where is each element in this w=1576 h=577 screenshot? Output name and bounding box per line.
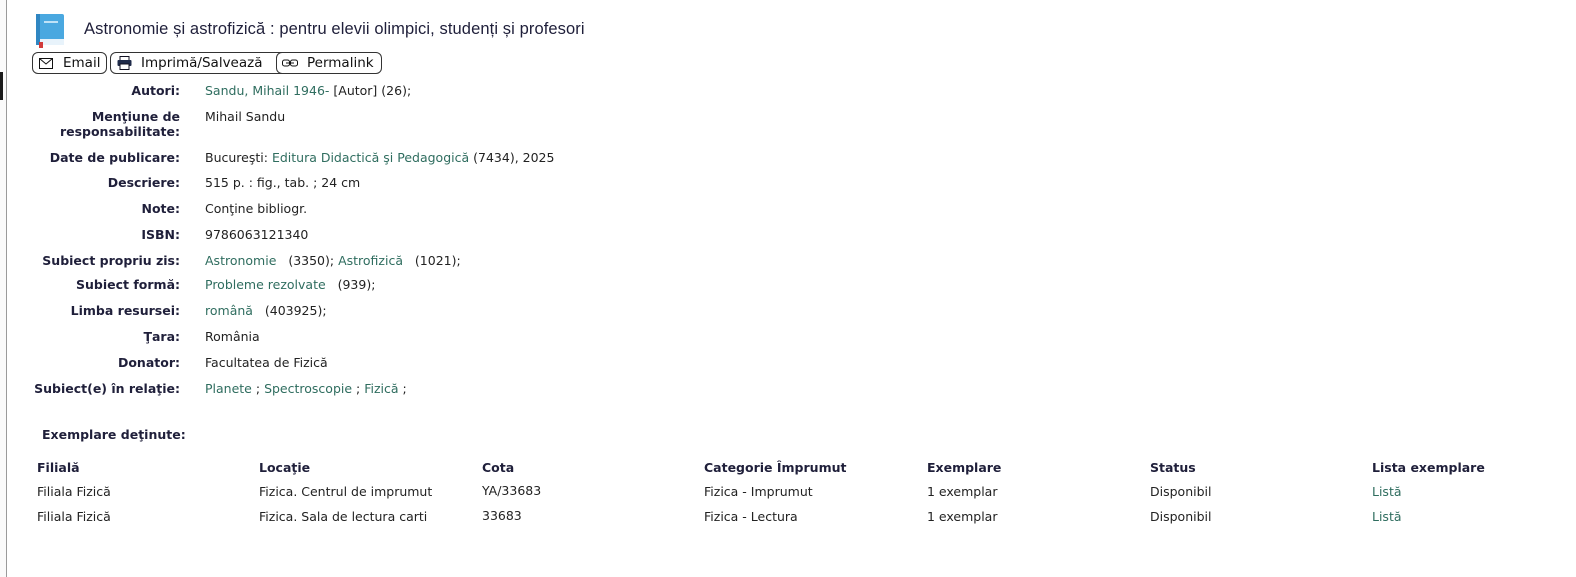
table-cell: Fizica. Sala de lectura carti bbox=[259, 509, 428, 524]
field-value: Mihail Sandu bbox=[205, 109, 286, 124]
related-subject-link[interactable]: Planete bbox=[205, 381, 252, 396]
book-icon bbox=[33, 12, 67, 48]
subject-form-link[interactable]: Probleme rezolvate bbox=[205, 277, 326, 292]
holdings-title: Exemplare deţinute: bbox=[42, 427, 186, 442]
column-header: Cota bbox=[482, 460, 515, 475]
subject-form-count: (939); bbox=[337, 277, 376, 292]
language-link[interactable]: română bbox=[205, 303, 253, 318]
table-cell: Disponibil bbox=[1150, 509, 1212, 524]
subject-count: (1021); bbox=[414, 253, 461, 268]
related-subject-link[interactable]: Fizică bbox=[364, 381, 398, 396]
field-label: Note: bbox=[141, 201, 180, 216]
field-label: Donator: bbox=[117, 355, 180, 370]
copies-list-link[interactable]: Listă bbox=[1372, 484, 1402, 499]
author-role: [Autor] bbox=[333, 83, 378, 98]
subject-link[interactable]: Astrofizică bbox=[338, 253, 403, 268]
link-icon bbox=[281, 59, 299, 67]
language-count: (403925); bbox=[264, 303, 327, 318]
column-header: Status bbox=[1150, 460, 1196, 475]
field-value: 515 p. : fig., tab. ; 24 cm bbox=[205, 175, 361, 190]
print-save-button[interactable]: Imprimă/Salvează bbox=[110, 52, 304, 74]
table-cell: Fizica - Imprumut bbox=[704, 484, 813, 499]
column-header: Locaţie bbox=[259, 460, 311, 475]
subject-count: (3350); bbox=[288, 253, 335, 268]
field-label-line: responsabilitate: bbox=[59, 124, 180, 139]
field-label: Subiect propriu zis: bbox=[42, 253, 180, 268]
table-cell: 33683 bbox=[482, 508, 522, 523]
field-label: Autori: bbox=[131, 83, 180, 98]
related-separator: ; bbox=[356, 381, 361, 396]
permalink-button[interactable]: Permalink bbox=[276, 52, 382, 74]
print-save-label: Imprimă/Salvează bbox=[141, 55, 263, 71]
publication-rest: (7434), 2025 bbox=[473, 150, 555, 165]
field-label: Date de publicare: bbox=[49, 150, 180, 165]
envelope-icon bbox=[37, 57, 55, 69]
field-value: Planete ; Spectroscopie ; Fizică ; bbox=[205, 381, 407, 396]
email-button[interactable]: Email bbox=[32, 52, 107, 74]
column-header: Filială bbox=[37, 460, 80, 475]
subject-link[interactable]: Astronomie bbox=[205, 253, 276, 268]
column-header: Categorie Împrumut bbox=[704, 460, 847, 475]
field-value: Sandu, Mihail 1946- [Autor] (26); bbox=[205, 83, 411, 98]
publisher-link[interactable]: Editura Didactică şi Pedagogică bbox=[272, 150, 469, 165]
field-label: Menţiune de responsabilitate: bbox=[0, 109, 180, 139]
related-subject-link[interactable]: Spectroscopie bbox=[264, 381, 352, 396]
field-label: Subiect formă: bbox=[76, 277, 180, 292]
record-title: Astronomie și astrofizică : pentru elevi… bbox=[84, 20, 585, 38]
table-cell: Fizica. Centrul de imprumut bbox=[259, 484, 433, 499]
field-value: Astronomie (3350); Astrofizică (1021); bbox=[205, 253, 461, 268]
table-cell: Filiala Fizică bbox=[37, 484, 111, 499]
field-value: română (403925); bbox=[205, 303, 327, 318]
field-value: Bucureşti: Editura Didactică şi Pedagogi… bbox=[205, 150, 554, 165]
table-cell: Fizica - Lectura bbox=[704, 509, 798, 524]
table-cell: Disponibil bbox=[1150, 484, 1212, 499]
permalink-label: Permalink bbox=[307, 55, 374, 71]
field-label: Limba resursei: bbox=[70, 303, 180, 318]
field-label: Subiect(e) în relaţie: bbox=[34, 381, 180, 396]
publication-place: Bucureşti: bbox=[205, 150, 268, 165]
printer-icon bbox=[115, 56, 133, 70]
table-cell: YA/33683 bbox=[482, 483, 542, 498]
table-cell: 1 exemplar bbox=[927, 509, 998, 524]
table-cell: 1 exemplar bbox=[927, 484, 998, 499]
field-label-line: Menţiune de bbox=[91, 109, 180, 124]
related-separator: ; bbox=[402, 381, 407, 396]
related-separator: ; bbox=[255, 381, 261, 396]
field-value: Facultatea de Fizică bbox=[205, 355, 328, 370]
column-header: Exemplare bbox=[927, 460, 1002, 475]
field-label: ISBN: bbox=[141, 227, 180, 242]
field-value: Probleme rezolvate (939); bbox=[205, 277, 375, 292]
copies-list-link[interactable]: Listă bbox=[1372, 509, 1402, 524]
author-count: (26); bbox=[381, 83, 412, 98]
column-header: Lista exemplare bbox=[1372, 460, 1485, 475]
email-label: Email bbox=[63, 55, 101, 71]
table-cell: Filiala Fizică bbox=[37, 509, 111, 524]
field-label: Ţara: bbox=[143, 329, 180, 344]
field-value: Conţine bibliogr. bbox=[205, 201, 308, 216]
field-value: România bbox=[205, 329, 260, 344]
author-link[interactable]: Sandu, Mihail 1946- bbox=[205, 83, 329, 98]
field-value: 9786063121340 bbox=[205, 227, 309, 242]
field-label: Descriere: bbox=[107, 175, 180, 190]
